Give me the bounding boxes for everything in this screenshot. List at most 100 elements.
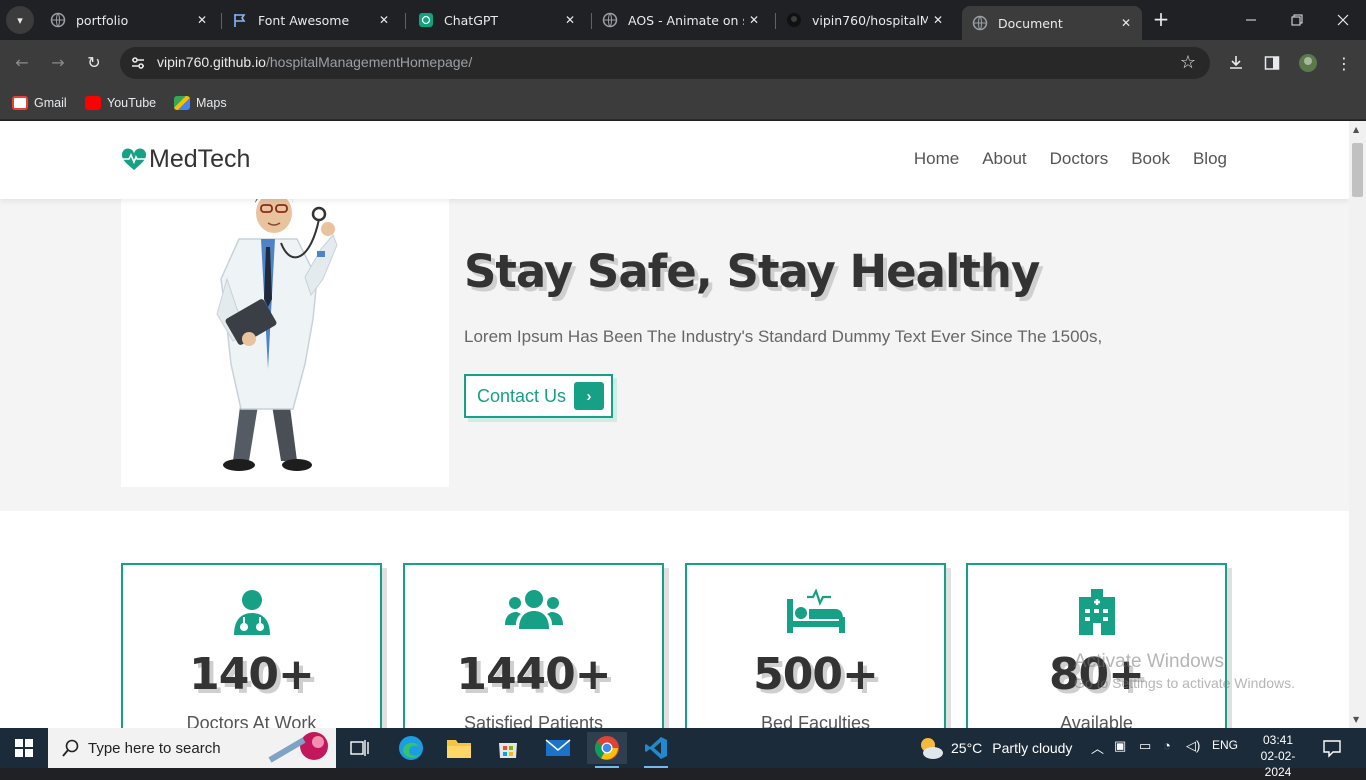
windows-start-button[interactable] (0, 728, 48, 768)
close-icon[interactable]: ✕ (744, 13, 764, 27)
page-viewport: MedTech Home About Doctors Book Blog Sta… (0, 121, 1349, 728)
activate-windows-watermark: Activate Windows Go to Settings to activ… (1074, 651, 1295, 691)
hero-title: Stay Safe, Stay Healthy (464, 245, 1040, 298)
hospital-icon (1078, 589, 1115, 635)
tab-title: vipin760/hospitalMan (812, 12, 928, 28)
mail-icon[interactable] (538, 732, 578, 764)
stat-label: Available (1060, 713, 1133, 728)
profile-avatar[interactable] (1298, 53, 1318, 73)
tab-title: portfolio (76, 12, 129, 28)
reload-icon[interactable]: ↻ (82, 51, 106, 75)
system-clock[interactable]: 03:41 02-02-2024 (1248, 732, 1308, 780)
users-icon (504, 590, 563, 629)
new-tab-button[interactable]: + (1150, 8, 1172, 30)
stat-number: 140+ (189, 649, 315, 700)
stat-card-doctors: 140+ Doctors At Work (121, 563, 382, 728)
nav-blog[interactable]: Blog (1193, 149, 1227, 169)
site-info-icon[interactable] (130, 55, 146, 71)
tab-document[interactable]: Document ✕ (962, 6, 1142, 40)
device-icon[interactable]: ▣ (1114, 738, 1126, 754)
side-panel-icon[interactable] (1262, 53, 1282, 73)
flag-icon (232, 12, 248, 28)
scroll-up-icon[interactable]: ▲ (1353, 125, 1359, 134)
stat-label: Bed Faculties (760, 713, 871, 728)
close-icon[interactable]: ✕ (1116, 16, 1136, 30)
stats-section: 140+ Doctors At Work 1440+ Satisfied Pat… (0, 511, 1349, 728)
youtube-icon (85, 96, 101, 110)
site-logo[interactable]: MedTech (121, 145, 250, 174)
vscode-icon[interactable] (636, 732, 676, 768)
search-highlight-illustration (268, 732, 328, 763)
scroll-down-icon[interactable]: ▼ (1353, 715, 1359, 724)
stat-number: 500+ (753, 649, 879, 700)
minimize-button[interactable] (1228, 0, 1274, 40)
tab-title: Document (998, 15, 1063, 31)
close-icon[interactable]: ✕ (928, 13, 948, 27)
close-icon[interactable]: ✕ (192, 13, 212, 27)
tab-title: AOS - Animate on scr (628, 12, 744, 28)
tab-font-awesome[interactable]: Font Awesome ✕ (222, 6, 400, 34)
taskbar-search-box[interactable]: Type here to search (48, 728, 336, 768)
stat-number: 1440+ (456, 649, 611, 700)
close-icon[interactable]: ✕ (374, 13, 394, 27)
nav-doctors[interactable]: Doctors (1050, 149, 1109, 169)
chatgpt-icon (418, 12, 434, 28)
address-bar[interactable]: vipin760.github.io/hospitalManagementHom… (120, 47, 1210, 79)
bookmark-maps[interactable]: Maps (174, 92, 227, 114)
weather-temp: 25°C (951, 740, 983, 756)
weather-widget[interactable]: 25°C Partly cloudy (918, 728, 1072, 768)
globe-icon (50, 12, 66, 28)
partly-cloudy-icon (921, 738, 943, 759)
stat-card-patients: 1440+ Satisfied Patients (403, 563, 664, 728)
doctor-icon (233, 590, 270, 635)
stat-label: Doctors At Work (186, 713, 317, 728)
chevron-up-icon[interactable]: ︿ (1091, 738, 1104, 757)
nav-about[interactable]: About (982, 149, 1026, 169)
wifi-icon[interactable]: ◔ (1163, 738, 1171, 753)
more-menu-icon[interactable]: ⋮ (1334, 53, 1354, 73)
tab-search-button[interactable]: ▾ (6, 6, 34, 34)
github-icon (786, 12, 802, 28)
tab-chatgpt[interactable]: ChatGPT ✕ (408, 6, 586, 34)
language-indicator[interactable]: ENG (1212, 738, 1238, 752)
search-icon (62, 739, 79, 757)
nav-home[interactable]: Home (914, 149, 959, 169)
tab-strip: ▾ portfolio ✕ Font Awesome ✕ ChatGPT ✕ A… (0, 0, 1366, 40)
stat-card-available: 80+ Available (966, 563, 1227, 728)
file-explorer-icon[interactable] (439, 732, 479, 764)
task-view-icon[interactable] (340, 732, 380, 764)
forward-arrow-icon[interactable]: → (46, 51, 70, 75)
hospital-bed-icon (786, 589, 845, 633)
bookmarks-bar: Gmail YouTube Maps (0, 86, 1366, 120)
scroll-thumb[interactable] (1352, 143, 1363, 197)
logo-text: MedTech (149, 145, 251, 173)
close-window-button[interactable] (1320, 0, 1366, 40)
notification-icon[interactable] (1322, 738, 1342, 758)
tab-portfolio[interactable]: portfolio ✕ (40, 6, 218, 34)
chrome-icon[interactable] (587, 732, 627, 768)
volume-icon[interactable]: ◁) (1186, 738, 1200, 754)
microsoft-store-icon[interactable] (488, 732, 528, 764)
edge-icon[interactable] (391, 732, 431, 764)
page-scrollbar[interactable]: ▲ ▼ (1349, 121, 1366, 728)
hero-text: Lorem Ipsum Has Been The Industry's Stan… (464, 327, 1103, 346)
battery-icon[interactable]: ▭ (1139, 738, 1151, 754)
weather-condition: Partly cloudy (992, 740, 1073, 756)
chevron-right-icon: › (574, 382, 604, 410)
back-arrow-icon[interactable]: ← (10, 51, 34, 75)
bookmark-gmail[interactable]: Gmail (12, 92, 67, 114)
heartbeat-icon (121, 147, 147, 170)
maps-icon (174, 96, 190, 110)
nav-book[interactable]: Book (1131, 149, 1170, 169)
main-nav: Home About Doctors Book Blog (914, 149, 1227, 169)
restore-button[interactable] (1274, 0, 1320, 40)
globe-icon (602, 12, 618, 28)
tab-github[interactable]: vipin760/hospitalMan ✕ (776, 6, 954, 34)
search-placeholder: Type here to search (88, 739, 221, 757)
bookmark-youtube[interactable]: YouTube (85, 92, 156, 114)
contact-us-button[interactable]: Contact Us › (464, 374, 613, 418)
tab-aos[interactable]: AOS - Animate on scr ✕ (592, 6, 770, 34)
download-icon[interactable] (1226, 53, 1246, 73)
close-icon[interactable]: ✕ (560, 13, 580, 27)
bookmark-star-icon[interactable]: ☆ (1180, 52, 1196, 73)
